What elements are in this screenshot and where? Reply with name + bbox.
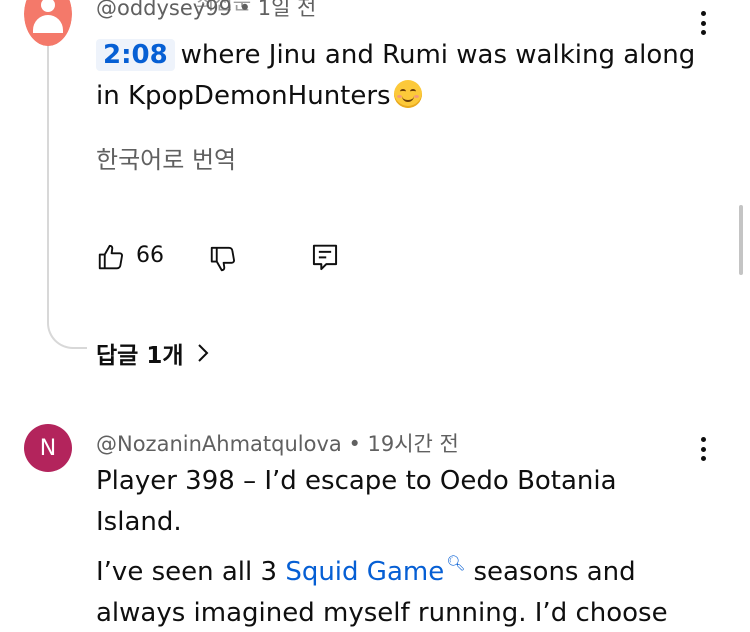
avatar[interactable]: [24, 0, 72, 46]
meta-separator: •: [238, 0, 258, 20]
comment-body: 2:08 where Jinu and Rumi was walking alon…: [96, 35, 695, 117]
more-options-icon[interactable]: [693, 434, 713, 464]
search-link[interactable]: Squid Game 🔍︎: [285, 554, 466, 587]
avatar-letter: N: [39, 435, 57, 461]
comments-page: 최신순 @oddysey99 • 1일 전 2:08 where Jinu and…: [0, 0, 750, 632]
comment-author[interactable]: @NozaninAhmatqulova: [96, 432, 342, 456]
avatar[interactable]: N: [24, 424, 72, 472]
smiling-face-emoji-icon: [393, 80, 422, 108]
comment-line: in KpopDemonHunters: [96, 76, 695, 117]
comment-line: Player 398 – I’d escape to Oedo Botania: [96, 466, 617, 496]
comment-line: 2:08 where Jinu and Rumi was walking alon…: [96, 35, 695, 76]
view-replies-button[interactable]: 답글 1개: [96, 336, 210, 370]
thumbs-up-icon[interactable]: [96, 242, 126, 272]
reply-icon[interactable]: [310, 242, 340, 274]
reply-thread-line: [47, 44, 87, 349]
comment-author[interactable]: @oddysey99: [96, 0, 232, 20]
timestamp-link[interactable]: 2:08: [96, 39, 175, 71]
comment-meta: @oddysey99 • 1일 전: [96, 0, 316, 22]
comment-line: always imagined myself running. I’d choo…: [96, 598, 668, 628]
replies-label: 답글 1개: [96, 343, 184, 369]
scrollbar[interactable]: [739, 205, 743, 275]
thumbs-down-icon[interactable]: [208, 244, 238, 274]
comment-time: 19시간 전: [367, 432, 459, 456]
translate-button[interactable]: 한국어로 번역: [96, 140, 236, 175]
more-options-icon[interactable]: [693, 8, 713, 38]
comment-time: 1일 전: [257, 0, 317, 20]
meta-separator: •: [348, 432, 368, 456]
chevron-right-icon: [197, 344, 208, 362]
comment-line: Island.: [96, 507, 182, 537]
search-icon: 🔍︎: [446, 554, 466, 572]
comment-body: Player 398 – I’d escape to Oedo Botania …: [96, 461, 668, 632]
comment-meta: @NozaninAhmatqulova • 19시간 전: [96, 428, 459, 458]
like-count: 66: [136, 243, 164, 268]
comment-line: I’ve seen all 3 Squid Game 🔍︎ seasons and: [96, 554, 636, 587]
